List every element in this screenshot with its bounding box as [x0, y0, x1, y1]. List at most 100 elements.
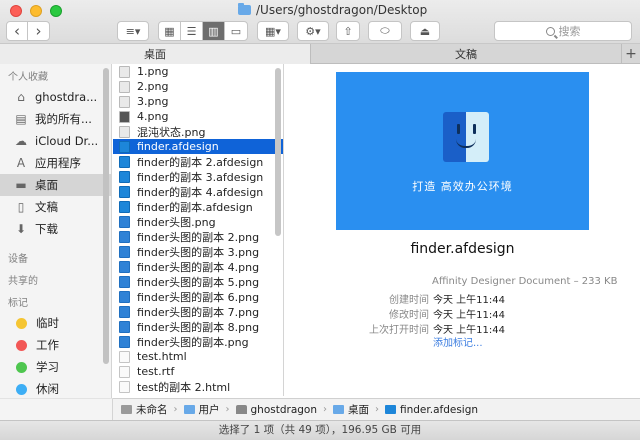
all-files-icon: ▤ — [15, 112, 27, 126]
sidebar-item-documents[interactable]: ▯ 文稿 — [0, 196, 111, 218]
list-item[interactable]: 4.png — [113, 109, 283, 124]
path-bar: 未命名 › 用户 › ghostdragon › 桌面 › finder.afd… — [113, 398, 640, 420]
columns-icon: ▥ — [208, 24, 219, 38]
forward-button[interactable]: › — [28, 22, 49, 40]
sidebar-item-label: ghostdra... — [35, 90, 98, 104]
path-item[interactable]: 用户 — [199, 402, 220, 417]
png-file-icon — [119, 125, 130, 138]
favorites-header: 个人收藏 — [8, 71, 48, 83]
list-item[interactable]: finder的副本 3.afdesign — [113, 169, 283, 184]
sidebar-item-all-files[interactable]: ▤ 我的所有... — [0, 108, 111, 130]
arrange-button[interactable]: ≡▾ — [117, 21, 149, 41]
afdesign-file-icon — [119, 185, 130, 198]
list-item[interactable]: test.html — [113, 349, 283, 364]
window-title-text: /Users/ghostdragon/Desktop — [256, 3, 428, 17]
file-name: finder头图的副本 4.png — [137, 260, 260, 274]
list-item[interactable]: 3.png — [113, 94, 283, 109]
group-button[interactable]: ▦▾ — [257, 21, 289, 41]
action-button[interactable]: ⚙▾ — [297, 21, 329, 41]
applications-icon: A — [16, 156, 26, 170]
file-name: finder头图的副本 2.png — [137, 230, 260, 244]
path-item[interactable]: ghostdragon — [251, 404, 318, 416]
edit-tags-button[interactable]: ⬭ — [368, 21, 402, 41]
window-title: /Users/ghostdragon/Desktop — [238, 2, 427, 18]
list-item[interactable]: 2.png — [113, 79, 283, 94]
sidebar-tag-leisure[interactable]: 休闲 — [0, 378, 111, 400]
desktop-icon: ▬ — [15, 178, 27, 192]
list-item[interactable]: finder头图的副本 5.png — [113, 274, 283, 289]
sidebar-footer — [0, 398, 113, 420]
back-button[interactable]: ‹ — [7, 22, 28, 40]
list-item[interactable]: finder头图的副本 6.png — [113, 289, 283, 304]
list-item[interactable]: finder头图的副本 3.png — [113, 244, 283, 259]
gallery-icon: ▭ — [230, 24, 242, 38]
documents-icon: ▯ — [17, 200, 25, 214]
sidebar-tag-study[interactable]: 学习 — [0, 356, 111, 378]
sidebar-scrollbar[interactable] — [103, 68, 109, 364]
sidebar-item-applications[interactable]: A 应用程序 — [0, 152, 111, 174]
list-item[interactable]: test.rtf — [113, 364, 283, 379]
sidebar-item-desktop[interactable]: ▬ 桌面 — [0, 174, 111, 196]
list-item[interactable]: finder头图的副本.png — [113, 334, 283, 349]
list-item[interactable]: finder头图的副本 2.png — [113, 229, 283, 244]
sidebar-item-downloads[interactable]: ⬇ 下载 — [0, 218, 111, 240]
sidebar-item-icloud[interactable]: ☁ iCloud Dr... — [0, 130, 111, 152]
file-name: finder头图的副本 5.png — [137, 275, 260, 289]
sidebar-item-home[interactable]: ⌂ ghostdra... — [0, 86, 111, 108]
sidebar-item-label: 休闲 — [36, 382, 59, 396]
search-field[interactable]: 搜索 — [494, 21, 632, 41]
home-icon — [235, 405, 247, 414]
sidebar-item-label: 应用程序 — [35, 156, 81, 170]
folder-icon — [333, 405, 344, 414]
list-item[interactable]: finder的副本.afdesign — [113, 199, 283, 214]
zoom-window-button[interactable] — [50, 5, 62, 17]
sidebar-item-label: 桌面 — [35, 178, 58, 192]
file-name: finder的副本.afdesign — [137, 200, 253, 214]
path-item[interactable]: 未命名 — [136, 402, 168, 417]
column-view-button[interactable]: ▥ — [203, 22, 225, 40]
list-item-selected[interactable]: finder.afdesign — [113, 139, 283, 154]
file-list: 1.png 2.png 3.png 4.png 混沌状态.png finder.… — [113, 64, 284, 396]
list-item[interactable]: 混沌状态.png — [113, 124, 283, 139]
green-tag-icon — [16, 361, 27, 373]
list-item[interactable]: finder头图.png — [113, 214, 283, 229]
close-window-button[interactable] — [10, 5, 22, 17]
path-item[interactable]: 桌面 — [348, 402, 369, 417]
list-item[interactable]: test的副本 2.html — [113, 379, 283, 394]
file-name: 4.png — [137, 110, 169, 123]
png-file-icon — [119, 65, 130, 78]
share-button[interactable]: ⇧ — [336, 21, 360, 41]
tab-documents[interactable]: 文稿 — [311, 44, 622, 64]
gallery-view-button[interactable]: ▭ — [225, 22, 247, 40]
list-item[interactable]: 1.png — [113, 64, 283, 79]
list-item[interactable]: finder头图的副本 4.png — [113, 259, 283, 274]
sidebar-item-label: 我的所有... — [35, 112, 92, 126]
meta-created-label: 创建时间 — [389, 295, 429, 306]
new-tab-button[interactable]: + — [622, 44, 640, 64]
tags-header: 标记 — [8, 297, 28, 309]
path-item[interactable]: finder.afdesign — [400, 404, 478, 416]
file-name: finder的副本 3.afdesign — [137, 170, 264, 184]
minimize-window-button[interactable] — [30, 5, 42, 17]
list-item[interactable]: finder的副本 4.afdesign — [113, 184, 283, 199]
meta-modified-value: 今天 上午11:44 — [433, 310, 505, 321]
afdesign-icon — [385, 405, 396, 414]
png-file-icon — [119, 275, 130, 288]
file-list-scrollbar[interactable] — [275, 68, 281, 236]
sidebar-tag-work[interactable]: 工作 — [0, 334, 111, 356]
eject-button[interactable]: ⏏ — [410, 21, 440, 41]
add-tags-link[interactable]: 添加标记... — [433, 334, 483, 349]
folder-icon — [183, 405, 195, 414]
png-file-icon — [119, 335, 130, 348]
list-item[interactable]: finder头图的副本 7.png — [113, 304, 283, 319]
list-item[interactable]: finder头图的副本 8.png — [113, 319, 283, 334]
list-view-button[interactable]: ☰ — [181, 22, 203, 40]
file-name: finder.afdesign — [137, 140, 219, 153]
view-mode-control: ▦ ☰ ▥ ▭ — [158, 21, 248, 41]
list-item[interactable]: finder的副本 2.afdesign — [113, 154, 283, 169]
tab-desktop[interactable]: 桌面 — [0, 44, 311, 64]
sidebar-tag-temporary[interactable]: 临时 — [0, 312, 111, 334]
icon-view-button[interactable]: ▦ — [159, 22, 181, 40]
folder-icon — [238, 3, 251, 15]
grid-icon: ▦ — [164, 24, 175, 38]
